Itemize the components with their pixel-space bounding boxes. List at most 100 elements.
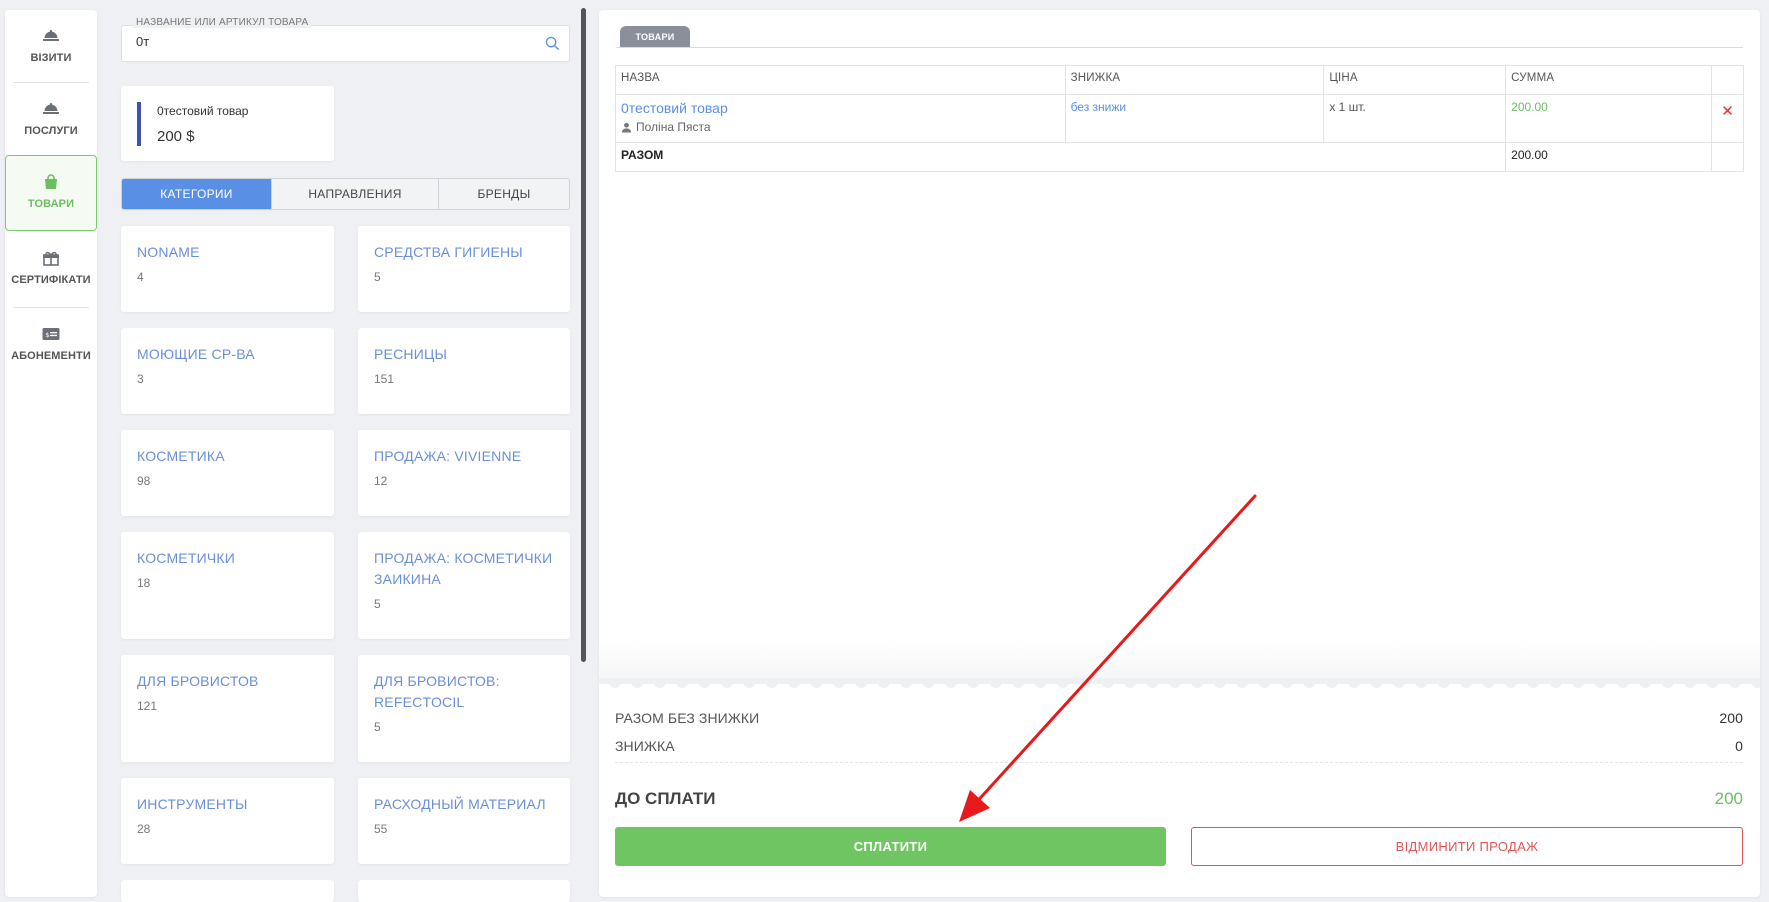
search-icon[interactable] (545, 36, 560, 51)
left-navigation: ВІЗИТИ ПОСЛУГИ ТОВАРИ СЕРТИФІКАТИ $ АБОН… (5, 10, 97, 897)
category-count: 5 (374, 720, 381, 734)
subtotal-line: РАЗОМ БЕЗ ЗНИЖКИ 200 (615, 710, 1743, 726)
bell-icon (43, 30, 59, 41)
receipt-edge (599, 678, 1760, 688)
tab-underline (616, 47, 1743, 48)
pay-button[interactable]: СПЛАТИТИ (615, 827, 1166, 866)
table-row: 0тестовий товар Поліна Пяста без знижи x… (615, 94, 1745, 143)
cart-item-master: Поліна Пяста (621, 120, 1060, 134)
column-header-actions (1710, 65, 1745, 95)
summary-divider (615, 762, 1743, 763)
discount-line: ЗНИЖКА 0 (615, 738, 1743, 754)
category-card[interactable]: NONAME 4 (121, 226, 334, 312)
category-card[interactable]: СРЕДСТВА ГИГИЕНЫ 5 (358, 226, 570, 312)
column-header-price: ЦІНА (1323, 65, 1507, 95)
to-pay-line: ДО СПЛАТИ 200 (615, 789, 1743, 809)
category-name: ИНСТРУМЕНТЫ (137, 796, 248, 812)
nav-label: СЕРТИФІКАТИ (11, 274, 91, 286)
user-icon (621, 122, 632, 133)
cell-discount: без знижи (1064, 94, 1325, 143)
to-pay-label: ДО СПЛАТИ (615, 789, 716, 808)
total-value: 200.00 (1505, 142, 1712, 172)
category-name: КОСМЕТИКА (137, 448, 225, 464)
category-card[interactable]: ДЛЯ БРОВИСТОВ: REFECTOCIL 5 (358, 655, 570, 762)
total-empty-cell (1710, 142, 1745, 172)
category-count: 28 (137, 822, 151, 836)
category-card[interactable]: ПРОДАЖА: VIVIENNE 12 (358, 430, 570, 516)
category-name: ДЛЯ БРОВИСТОВ (137, 673, 259, 689)
category-count: 5 (374, 270, 381, 284)
catalog-scrollbar[interactable] (581, 8, 586, 662)
product-price: 200 $ (157, 128, 195, 145)
search-input[interactable] (136, 34, 536, 49)
table-header-row: НАЗВА ЗНИЖКА ЦІНА СУММА (615, 65, 1745, 95)
category-name: ПРОДАЖА: КОСМЕТИЧКИ ЗАИКИНА (374, 550, 553, 587)
cart-table: НАЗВА ЗНИЖКА ЦІНА СУММА 0тестовий товар … (614, 65, 1745, 172)
nav-label: АБОНЕМЕНТИ (11, 350, 91, 362)
category-count: 151 (374, 372, 395, 386)
category-card[interactable]: ИНСТРУМЕНТЫ 28 (121, 778, 334, 864)
category-name: РЕСНИЦЫ (374, 346, 448, 362)
tab-goods[interactable]: ТОВАРИ (620, 26, 690, 47)
category-count: 12 (374, 474, 388, 488)
category-name: ДЛЯ БРОВИСТОВ: REFECTOCIL (374, 673, 500, 710)
category-count: 55 (374, 822, 388, 836)
category-card[interactable]: ДЛЯ БРОВИСТОВ 121 (121, 655, 334, 762)
category-tabs: КАТЕГОРИИ НАПРАВЛЕНИЯ БРЕНДЫ (121, 178, 570, 210)
category-count: 3 (137, 372, 144, 386)
category-name: NONAME (137, 244, 200, 260)
category-card[interactable]: РАСХОДНЫЙ МАТЕРИАЛ 55 (358, 778, 570, 864)
category-name: МОЮЩИЕ СР-ВА (137, 346, 255, 362)
subtotal-value: 200 (1719, 710, 1743, 726)
cell-price: x 1 шт. (1323, 94, 1507, 143)
category-card[interactable]: ПРОДАЖА: КОСМЕТИЧКИ ЗАИКИНА 5 (358, 532, 570, 639)
category-card[interactable]: КОСМЕТИКА 98 (121, 430, 334, 516)
nav-item-memberships[interactable]: $ АБОНЕМЕНТИ (5, 308, 97, 384)
category-name: ПРОДАЖА: VIVIENNE (374, 448, 522, 464)
cancel-sale-button[interactable]: ВІДМИНИТИ ПРОДАЖ (1191, 827, 1743, 866)
category-count: 18 (137, 576, 151, 590)
category-card-partial[interactable] (121, 880, 334, 902)
nav-item-goods[interactable]: ТОВАРИ (5, 155, 97, 231)
category-card-partial[interactable] (358, 880, 570, 902)
bell-icon (43, 103, 59, 114)
nav-item-services[interactable]: ПОСЛУГИ (5, 83, 97, 159)
category-card[interactable]: МОЮЩИЕ СР-ВА 3 (121, 328, 334, 414)
subtotal-label: РАЗОМ БЕЗ ЗНИЖКИ (615, 710, 760, 726)
category-card[interactable]: РЕСНИЦЫ 151 (358, 328, 570, 414)
tab-categories[interactable]: КАТЕГОРИИ (122, 179, 272, 209)
remove-icon[interactable]: ✕ (1717, 102, 1738, 120)
category-count: 98 (137, 474, 151, 488)
category-name: СРЕДСТВА ГИГИЕНЫ (374, 244, 523, 260)
product-name: 0тестовий товар (157, 104, 249, 118)
nav-item-certificates[interactable]: СЕРТИФІКАТИ (5, 232, 97, 308)
nav-label: ПОСЛУГИ (24, 125, 78, 137)
cell-sum: 200.00 (1505, 94, 1712, 143)
product-accent-bar (137, 102, 141, 146)
nav-label: ТОВАРИ (27, 198, 75, 210)
tab-brands[interactable]: БРЕНДЫ (439, 179, 569, 209)
discount-label: ЗНИЖКА (615, 738, 675, 754)
svg-text:$: $ (45, 331, 49, 339)
category-card[interactable]: КОСМЕТИЧКИ 18 (121, 532, 334, 639)
category-name: КОСМЕТИЧКИ (137, 550, 236, 566)
item-sum: 200.00 (1511, 100, 1548, 114)
nav-label: ВІЗИТИ (30, 52, 72, 64)
tab-directions[interactable]: НАПРАВЛЕНИЯ (272, 179, 439, 209)
discount-link[interactable]: без знижи (1071, 100, 1127, 114)
cell-remove: ✕ (1710, 94, 1745, 143)
category-name: РАСХОДНЫЙ МАТЕРИАЛ (374, 796, 546, 812)
column-header-name: НАЗВА (615, 65, 1066, 95)
discount-value: 0 (1735, 738, 1743, 754)
product-result-card[interactable]: 0тестовий товар 200 $ (121, 86, 334, 161)
cart-item-name[interactable]: 0тестовий товар (621, 100, 1060, 116)
cart-panel: ТОВАРИ НАЗВА ЗНИЖКА ЦІНА СУММА 0тестовий… (599, 10, 1760, 897)
column-header-discount: ЗНИЖКА (1064, 65, 1325, 95)
to-pay-value: 200 (1714, 789, 1743, 808)
nav-item-visits[interactable]: ВІЗИТИ (5, 10, 97, 86)
membership-card-icon: $ (42, 328, 60, 340)
search-field-label: НАЗВАНИЕ ИЛИ АРТИКУЛ ТОВАРА (133, 17, 312, 28)
category-count: 5 (374, 597, 381, 611)
cell-item: 0тестовий товар Поліна Пяста (615, 94, 1066, 143)
category-count: 121 (137, 699, 158, 713)
